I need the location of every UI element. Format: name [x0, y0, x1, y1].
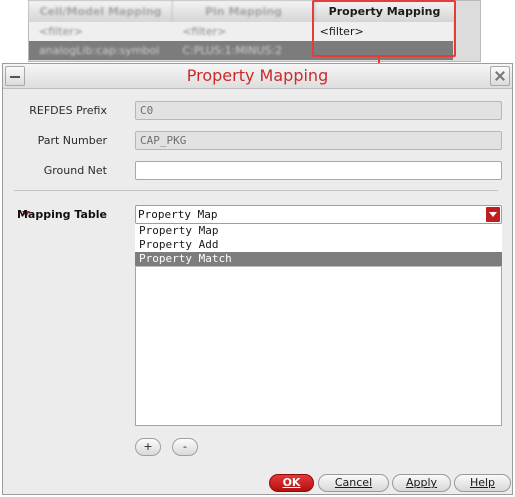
mapping-table-selected-value: Property Map: [138, 208, 218, 221]
help-button[interactable]: Help: [454, 474, 511, 492]
cell-model-value: analogLib:cap:symbol: [39, 44, 160, 57]
dropdown-option-property-map[interactable]: Property Map: [135, 224, 502, 238]
column-header-pin-mapping[interactable]: Pin Mapping: [173, 1, 315, 22]
cancel-button[interactable]: Cancel: [318, 474, 389, 492]
help-button-label: Help: [469, 476, 496, 489]
ok-button-label: OK: [282, 476, 301, 489]
part-number-label: Part Number: [37, 134, 107, 147]
cancel-button-label: Cancel: [334, 476, 373, 489]
apply-button[interactable]: Apply: [392, 474, 451, 492]
dropdown-option-property-match[interactable]: Property Match: [135, 252, 502, 266]
mapping-table-select[interactable]: Property Map: [135, 205, 502, 224]
dropdown-option-property-add[interactable]: Property Add: [135, 238, 502, 252]
ground-net-label: Ground Net: [43, 164, 107, 177]
property-mapping-dialog: Property Mapping REFDES Prefix C0 Part N…: [2, 63, 513, 495]
dialog-title: Property Mapping: [186, 66, 329, 85]
refdes-prefix-field: C0: [135, 101, 502, 120]
part-number-field: CAP_PKG: [135, 131, 502, 150]
add-row-button[interactable]: +: [135, 438, 161, 456]
filter-cell-cell-model[interactable]: <filter>: [29, 22, 172, 41]
pin-mapping-value: C:PLUS:1:MINUS:2: [182, 44, 283, 57]
filter-cell-pin[interactable]: <filter>: [172, 22, 313, 41]
close-icon[interactable]: [490, 66, 510, 86]
ground-net-input[interactable]: [135, 161, 502, 180]
ok-button[interactable]: OK: [269, 474, 314, 492]
dialog-titlebar[interactable]: Property Mapping: [3, 64, 512, 89]
annotation-highlight-box: [312, 0, 456, 57]
section-separator: [14, 190, 498, 191]
refdes-prefix-label: REFDES Prefix: [29, 104, 107, 117]
apply-button-label: Apply: [405, 476, 438, 489]
chevron-down-icon[interactable]: [486, 207, 500, 222]
mapping-table-label: Mapping Table: [16, 208, 107, 221]
mapping-table-dropdown: Property Map Property Add Property Match: [135, 224, 502, 267]
column-header-cell-model-mapping[interactable]: Cell/Model Mapping: [29, 1, 173, 22]
remove-row-button[interactable]: -: [172, 438, 198, 456]
